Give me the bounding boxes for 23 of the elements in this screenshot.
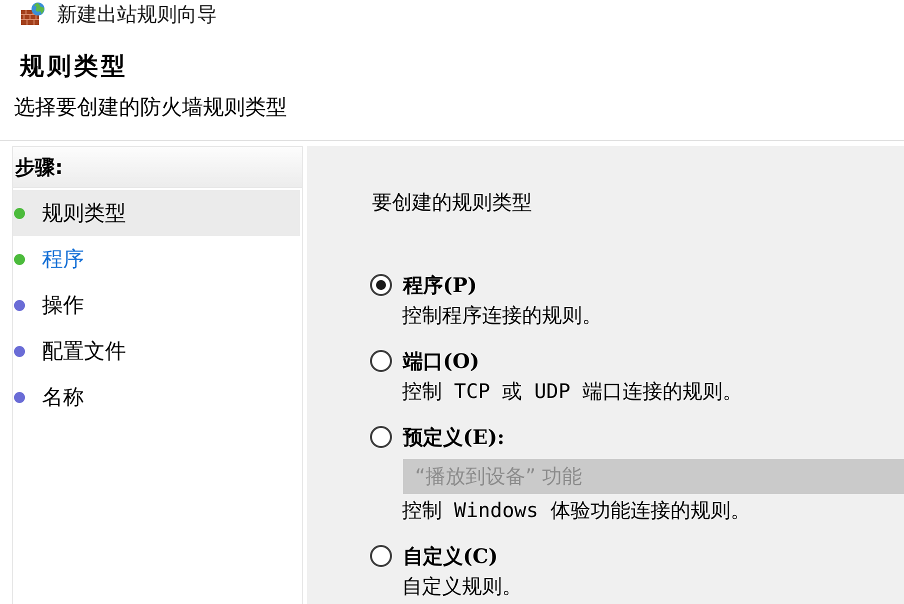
page-subtitle: 选择要创建的防火墙规则类型 (14, 94, 287, 120)
radio-button[interactable] (370, 426, 392, 448)
step-label: 操作 (42, 292, 84, 318)
step-label: 程序 (42, 246, 84, 272)
option-label: 预定义(E): (403, 424, 505, 450)
firewall-icon (20, 2, 46, 26)
radio-button[interactable] (370, 545, 392, 567)
window-title: 新建出站规则向导 (57, 1, 217, 27)
steps-heading: 步骤: (13, 147, 302, 188)
step-label: 名称 (42, 384, 84, 410)
section-prompt: 要创建的规则类型 (372, 189, 532, 215)
step-label: 配置文件 (42, 338, 126, 364)
option-description: 自定义规则。 (402, 573, 522, 599)
option-description: 控制 Windows 体验功能连接的规则。 (402, 497, 750, 523)
option-label: 端口(O) (403, 348, 480, 374)
radio-button[interactable] (370, 350, 392, 372)
option-label: 自定义(C) (403, 543, 498, 569)
option-description: 控制 TCP 或 UDP 端口连接的规则。 (402, 378, 742, 404)
step-label: 规则类型 (42, 200, 126, 226)
page-heading: 规则类型 (20, 51, 128, 81)
option-label: 程序(P) (403, 272, 477, 298)
radio-button[interactable] (370, 274, 392, 296)
option-description: 控制程序连接的规则。 (402, 302, 602, 328)
